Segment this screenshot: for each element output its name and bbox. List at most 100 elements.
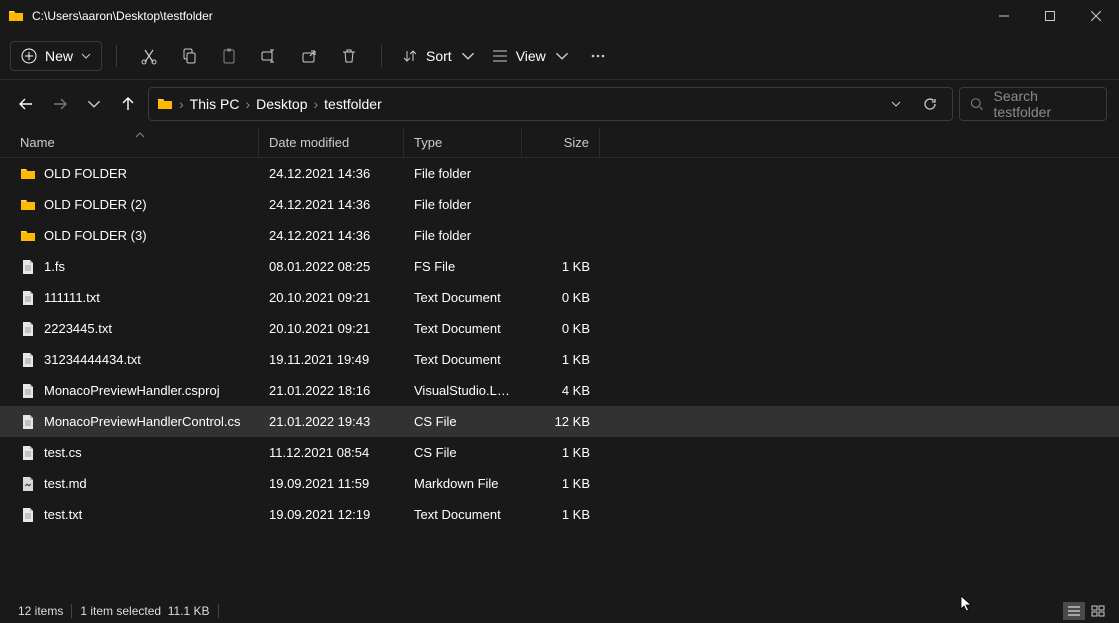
file-date-cell: 24.12.2021 14:36	[259, 197, 404, 212]
file-row[interactable]: 31234444434.txt19.11.2021 19:49Text Docu…	[0, 344, 1119, 375]
file-row[interactable]: OLD FOLDER (3)24.12.2021 14:36File folde…	[0, 220, 1119, 251]
file-size-cell: 1 KB	[522, 476, 600, 491]
file-type-cell: File folder	[404, 197, 522, 212]
file-icon	[20, 445, 36, 461]
file-type-cell: CS File	[404, 414, 522, 429]
file-row[interactable]: test.cs11.12.2021 08:54CS File1 KB	[0, 437, 1119, 468]
sort-indicator-icon	[135, 130, 145, 140]
file-row[interactable]: MonacoPreviewHandler.csproj 21.01.2022 18…	[0, 375, 1119, 406]
breadcrumb-segment[interactable]: Desktop	[256, 96, 307, 112]
markdown-icon	[20, 476, 36, 492]
share-icon	[300, 47, 318, 65]
file-date-cell: 21.01.2022 18:16	[259, 383, 404, 398]
file-name: 1.fs	[44, 259, 65, 274]
file-name-cell: test.cs	[10, 445, 259, 461]
paste-button[interactable]	[211, 38, 247, 74]
folder-icon	[8, 8, 24, 24]
delete-button[interactable]	[331, 38, 367, 74]
file-icon	[20, 383, 36, 399]
more-button[interactable]	[580, 38, 616, 74]
file-icon	[20, 259, 36, 275]
file-icon	[20, 507, 36, 523]
search-box[interactable]: Search testfolder	[959, 87, 1107, 121]
sort-button[interactable]: Sort	[396, 42, 482, 70]
thumbnails-view-toggle[interactable]	[1087, 602, 1109, 620]
file-row[interactable]: test.txt19.09.2021 12:19Text Document1 K…	[0, 499, 1119, 530]
folder-icon	[20, 228, 36, 244]
file-row[interactable]: 111111.txt20.10.2021 09:21Text Document0…	[0, 282, 1119, 313]
file-row[interactable]: OLD FOLDER (2)24.12.2021 14:36File folde…	[0, 189, 1119, 220]
arrow-left-icon	[19, 97, 33, 111]
share-button[interactable]	[291, 38, 327, 74]
file-name: 111111.txt	[44, 290, 100, 305]
file-name-cell: test.txt	[10, 507, 259, 523]
file-size-cell: 1 KB	[522, 507, 600, 522]
file-list[interactable]: OLD FOLDER24.12.2021 14:36File folderOLD…	[0, 158, 1119, 530]
sort-label: Sort	[426, 48, 452, 64]
file-size-cell: 12 KB	[522, 414, 600, 429]
file-date-cell: 20.10.2021 09:21	[259, 290, 404, 305]
file-date-cell: 19.09.2021 12:19	[259, 507, 404, 522]
file-date-cell: 08.01.2022 08:25	[259, 259, 404, 274]
file-date-cell: 24.12.2021 14:36	[259, 228, 404, 243]
column-size[interactable]: Size	[522, 128, 600, 157]
file-name-cell: test.md	[10, 476, 259, 492]
file-row[interactable]: test.md19.09.2021 11:59Markdown File1 KB	[0, 468, 1119, 499]
mouse-cursor-icon	[960, 595, 974, 613]
ellipsis-icon	[589, 47, 607, 65]
chevron-down-icon	[460, 49, 476, 63]
file-type-cell: Markdown File	[404, 476, 522, 491]
sort-icon	[402, 49, 418, 63]
address-dropdown[interactable]	[882, 90, 910, 118]
view-icon	[492, 49, 508, 63]
file-date-cell: 19.11.2021 19:49	[259, 352, 404, 367]
up-button[interactable]	[114, 90, 142, 118]
status-bar: 12 items 1 item selected 11.1 KB	[0, 599, 1119, 623]
minimize-button[interactable]	[981, 0, 1027, 32]
chevron-right-icon: ›	[179, 96, 184, 112]
file-name-cell: OLD FOLDER (2)	[10, 197, 259, 213]
separator	[381, 45, 382, 67]
file-row[interactable]: OLD FOLDER24.12.2021 14:36File folder	[0, 158, 1119, 189]
file-row[interactable]: MonacoPreviewHandlerControl.cs21.01.2022…	[0, 406, 1119, 437]
file-icon	[20, 352, 36, 368]
file-name: OLD FOLDER	[44, 166, 127, 181]
column-date[interactable]: Date modified	[259, 128, 404, 157]
refresh-button[interactable]	[916, 90, 944, 118]
status-selection: 1 item selected 11.1 KB	[72, 604, 218, 618]
file-icon	[20, 321, 36, 337]
file-type-cell: File folder	[404, 228, 522, 243]
scissors-icon	[140, 47, 158, 65]
new-button[interactable]: New	[10, 41, 102, 71]
cut-button[interactable]	[131, 38, 167, 74]
file-name-cell: OLD FOLDER	[10, 166, 259, 182]
details-icon	[1067, 605, 1081, 617]
file-name-cell: 111111.txt	[10, 290, 259, 306]
file-type-cell: FS File	[404, 259, 522, 274]
maximize-button[interactable]	[1027, 0, 1073, 32]
file-type-cell: Text Document	[404, 321, 522, 336]
address-bar[interactable]: › This PC › Desktop › testfolder	[148, 87, 953, 121]
file-row[interactable]: 1.fs 08.01.2022 08:25FS File1 KB	[0, 251, 1119, 282]
rename-button[interactable]	[251, 38, 287, 74]
breadcrumb-segment[interactable]: This PC	[190, 96, 240, 112]
arrow-right-icon	[53, 97, 67, 111]
breadcrumb-segment[interactable]: testfolder	[324, 96, 382, 112]
details-view-toggle[interactable]	[1063, 602, 1085, 620]
close-button[interactable]	[1073, 0, 1119, 32]
view-button[interactable]: View	[486, 42, 576, 70]
file-name: MonacoPreviewHandler.csproj	[44, 383, 220, 398]
back-button[interactable]	[12, 90, 40, 118]
file-name: 2223445.txt	[44, 321, 112, 336]
search-icon	[970, 97, 984, 111]
column-headers: Name Date modified Type Size	[0, 128, 1119, 158]
grid-icon	[1091, 605, 1105, 617]
chevron-right-icon: ›	[314, 96, 319, 112]
forward-button[interactable]	[46, 90, 74, 118]
recent-button[interactable]	[80, 90, 108, 118]
arrow-up-icon	[121, 97, 135, 111]
column-type[interactable]: Type	[404, 128, 522, 157]
copy-button[interactable]	[171, 38, 207, 74]
file-size-cell: 1 KB	[522, 259, 600, 274]
file-row[interactable]: 2223445.txt20.10.2021 09:21Text Document…	[0, 313, 1119, 344]
